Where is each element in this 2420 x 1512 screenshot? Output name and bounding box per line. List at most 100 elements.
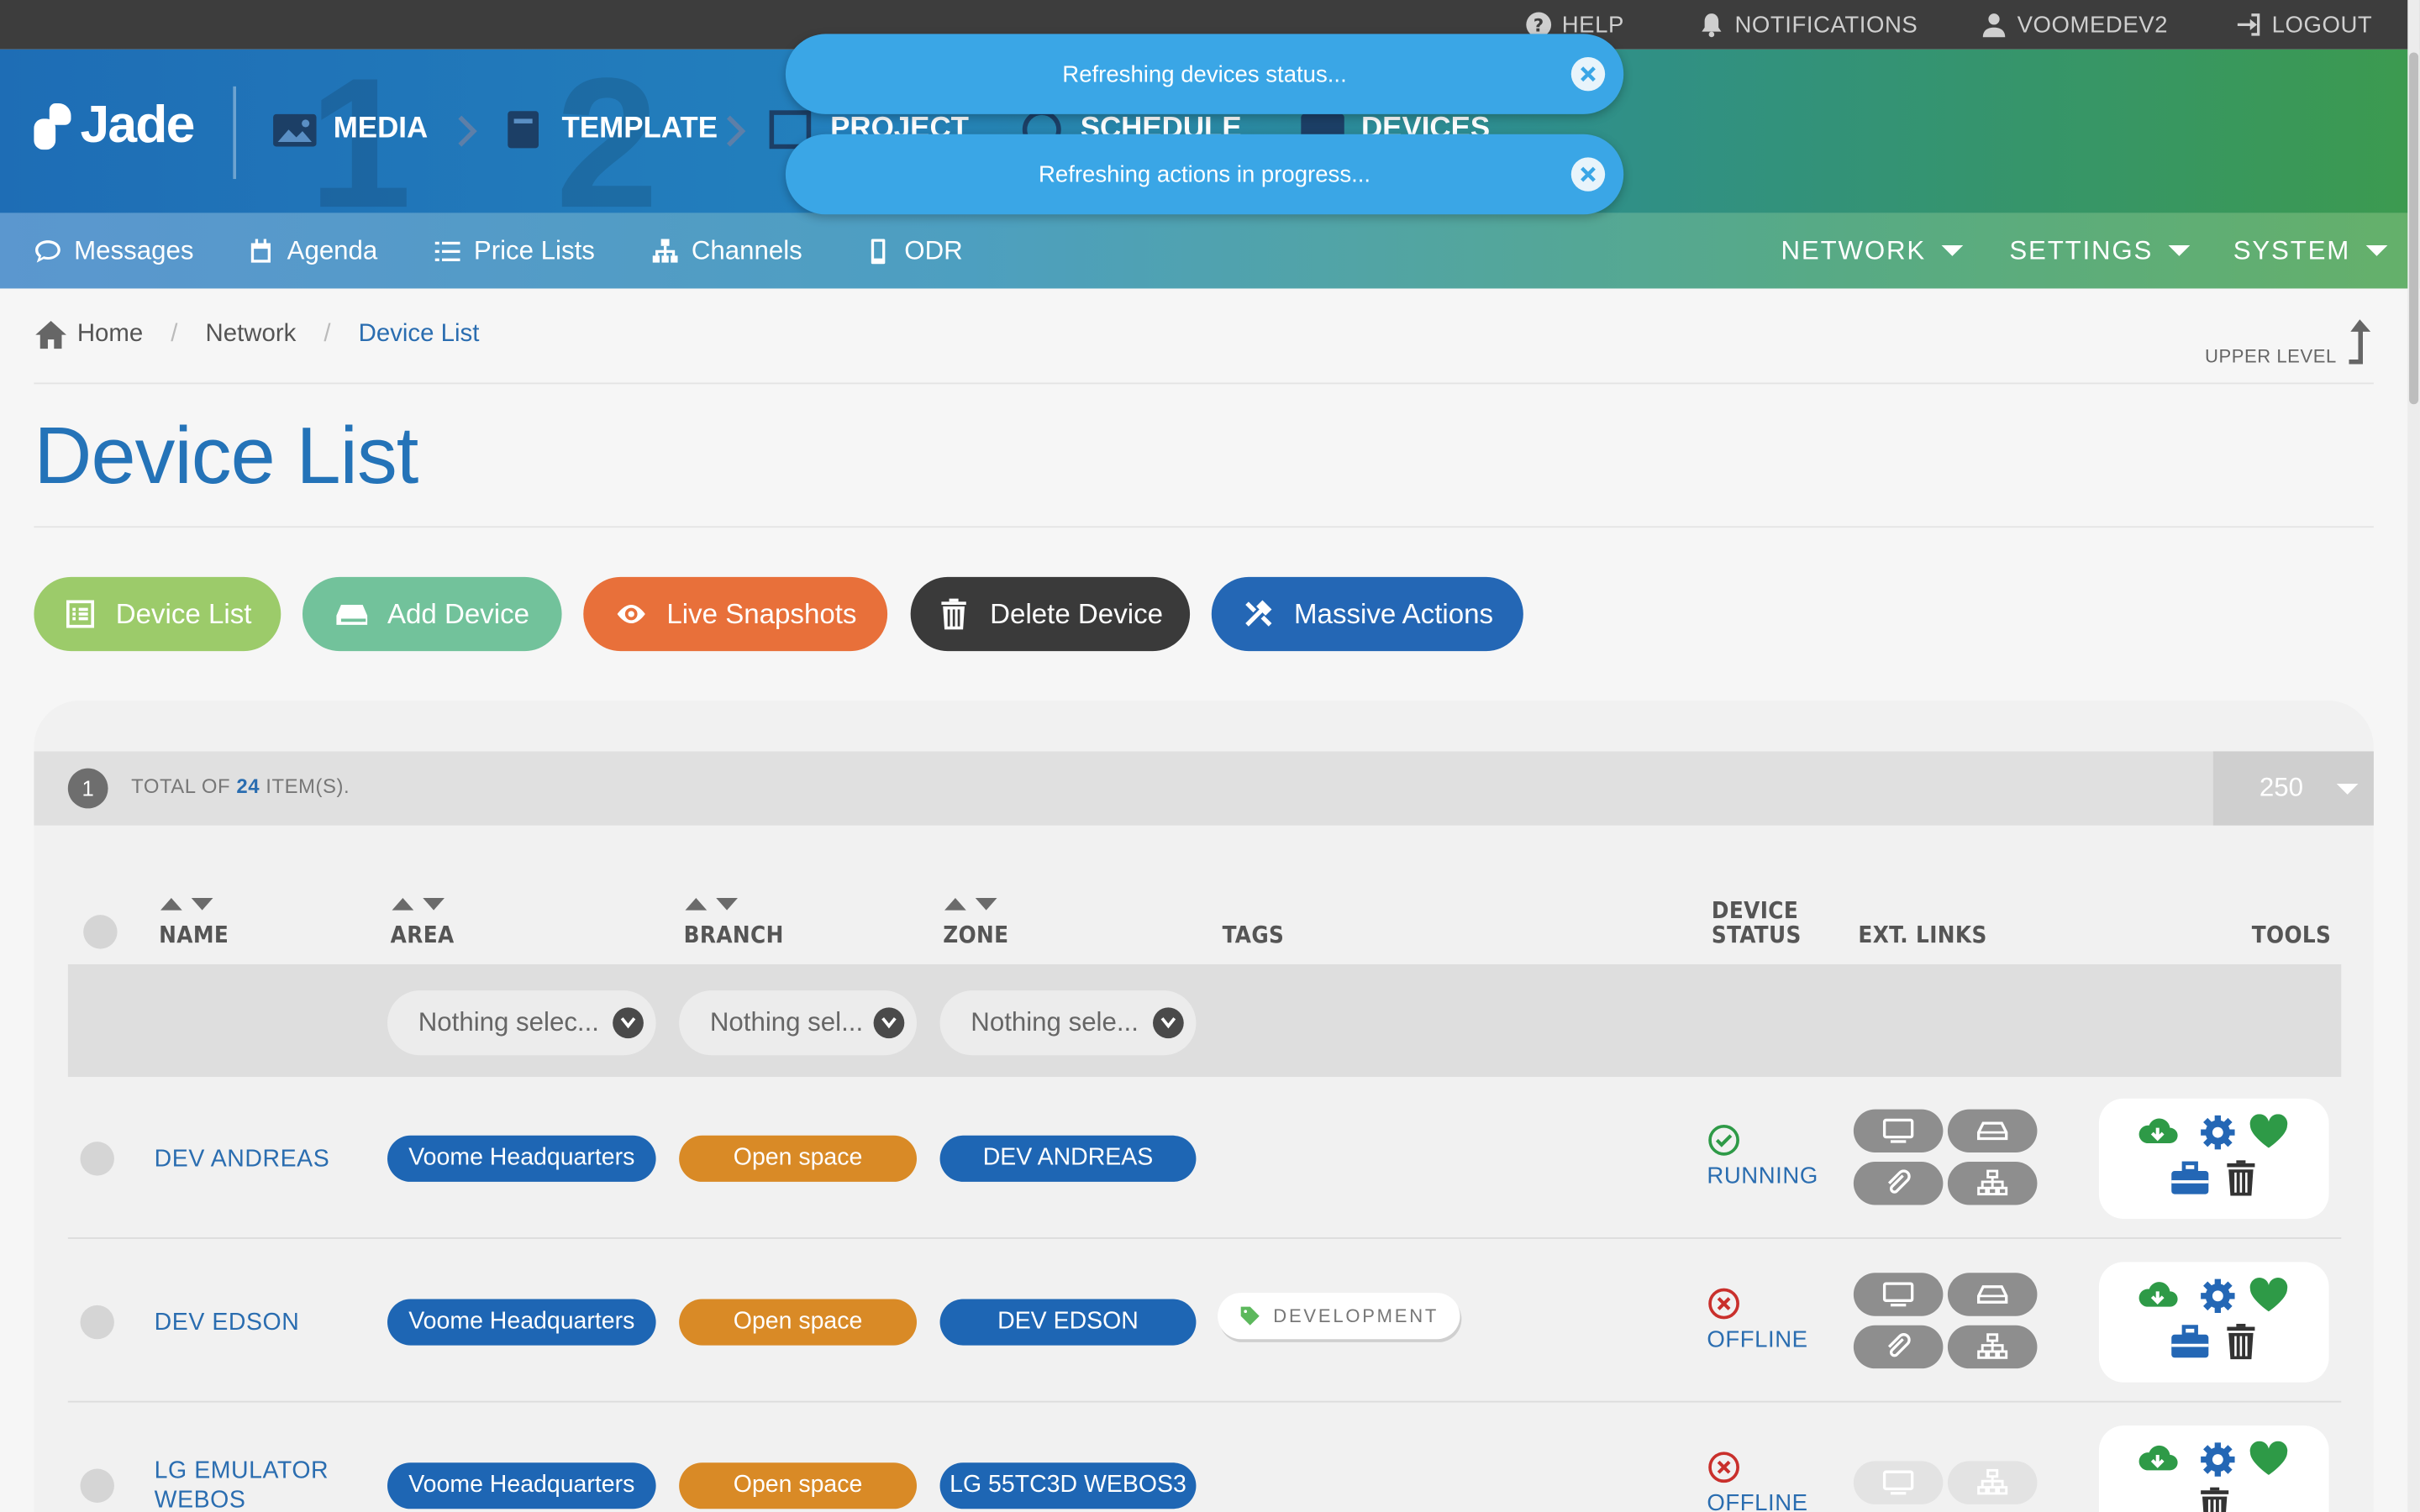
heart-icon[interactable]	[2247, 1114, 2290, 1158]
network-link[interactable]	[1947, 1325, 2038, 1369]
device-name-link[interactable]: LG EMULATOR WEBOS	[155, 1457, 329, 1512]
massive-actions-button-label: Massive Actions	[1294, 597, 1494, 629]
area-filter-select[interactable]: Nothing selec...	[387, 990, 656, 1056]
device-name-link[interactable]: DEV ANDREAS	[155, 1145, 330, 1174]
chevron-down-icon	[613, 1007, 644, 1039]
chat-icon	[35, 239, 60, 262]
remote-display-link[interactable]	[1853, 1109, 1944, 1153]
download-cloud-icon[interactable]	[2136, 1441, 2179, 1485]
delete-device-button[interactable]: Delete Device	[910, 576, 1191, 652]
zone-filter-select[interactable]: Nothing sele...	[939, 990, 1197, 1056]
live-snapshots-button[interactable]: Live Snapshots	[583, 576, 888, 652]
device-status: OFFLINE	[1707, 1287, 1807, 1353]
menu-system[interactable]: SYSTEM	[2233, 213, 2388, 288]
nav-messages[interactable]: Messages	[34, 213, 193, 288]
sort-up-icon	[944, 897, 966, 911]
page-size-select[interactable]: 250	[2212, 751, 2374, 826]
user-menu[interactable]: VOOMEDEV2	[1980, 0, 2168, 50]
trash-icon[interactable]	[2219, 1323, 2262, 1368]
page-number-badge[interactable]: 1	[67, 768, 108, 809]
page-scrollbar[interactable]	[2407, 0, 2420, 1512]
device-name-link[interactable]: DEV EDSON	[155, 1309, 300, 1338]
trash-icon[interactable]	[2219, 1160, 2262, 1205]
zone-filter-value: Nothing sele...	[971, 1007, 1139, 1037]
sitemap-icon	[652, 238, 678, 262]
zone-pill: LG 55TC3D WEBOS3	[939, 1462, 1197, 1509]
upper-level-link[interactable]: UPPER LEVEL	[2205, 318, 2374, 367]
chevron-down-icon	[1153, 1007, 1184, 1039]
header-branch[interactable]: BRANCH	[684, 921, 784, 949]
toolbox-icon[interactable]	[2169, 1160, 2212, 1205]
device-list-button[interactable]: Device List	[34, 576, 281, 652]
row-select-radio[interactable]	[80, 1468, 114, 1503]
breadcrumb-network[interactable]: Network	[206, 321, 297, 349]
breadcrumb-separator: /	[324, 321, 331, 348]
close-icon[interactable]	[1570, 157, 1606, 192]
table-row[interactable]: LG EMULATOR WEBOS Voome Headquarters Ope…	[67, 1404, 2342, 1512]
nav-agenda[interactable]: Agenda	[247, 213, 377, 288]
chevron-right-icon	[457, 114, 479, 148]
menu-settings[interactable]: SETTINGS	[2009, 213, 2191, 288]
remote-display-link	[1853, 1461, 1944, 1504]
gear-icon[interactable]	[2196, 1114, 2239, 1158]
sort-zone[interactable]	[944, 897, 997, 911]
nav-odr[interactable]: ODR	[865, 213, 963, 288]
row-select-radio[interactable]	[80, 1142, 114, 1176]
header-zone[interactable]: ZONE	[943, 921, 1008, 949]
sort-down-icon	[191, 897, 213, 911]
breadcrumb-home[interactable]: Home	[34, 319, 143, 350]
hdd-icon	[1976, 1285, 2008, 1304]
storage-link[interactable]	[1947, 1273, 2038, 1316]
menu-network[interactable]: NETWORK	[1781, 213, 1964, 288]
breadcrumb-device-list: Device List	[358, 321, 480, 348]
notifications-link[interactable]: NOTIFICATIONS	[1697, 0, 1918, 50]
heart-icon[interactable]	[2247, 1278, 2290, 1322]
header-area[interactable]: AREA	[391, 921, 455, 949]
close-icon[interactable]	[1570, 56, 1606, 92]
network-link[interactable]	[1947, 1162, 2038, 1205]
heart-icon[interactable]	[2247, 1441, 2290, 1485]
gear-icon[interactable]	[2196, 1278, 2239, 1322]
step-media[interactable]: MEDIA	[271, 108, 428, 151]
gear-icon[interactable]	[2196, 1441, 2239, 1485]
step-template[interactable]: TEMPLATE	[500, 108, 718, 151]
row-select-radio[interactable]	[80, 1305, 114, 1340]
jade-logo[interactable]: Jade	[34, 96, 195, 156]
toast-text: Refreshing actions in progress...	[1038, 160, 1371, 188]
device-status-label: OFFLINE	[1707, 1490, 1808, 1512]
menu-settings-label: SETTINGS	[2009, 235, 2154, 265]
device-status: OFFLINE	[1707, 1450, 1808, 1512]
toolbox-icon[interactable]	[2169, 1324, 2212, 1368]
table-row[interactable]: DEV EDSON Voome Headquarters Open space …	[67, 1240, 2342, 1403]
select-all-radio[interactable]	[83, 915, 118, 949]
remote-display-link[interactable]	[1853, 1273, 1944, 1316]
filter-row: Nothing selec... Nothing sel... Nothing …	[67, 963, 2342, 1078]
menu-system-label: SYSTEM	[2233, 235, 2351, 265]
pagination-bar: 1 TOTAL OF 24 ITEM(S). 250	[34, 751, 2374, 826]
nav-channels[interactable]: Channels	[651, 213, 802, 288]
download-cloud-icon[interactable]	[2136, 1278, 2179, 1322]
eye-icon	[617, 604, 645, 624]
add-device-button[interactable]: Add Device	[302, 576, 562, 652]
storage-link[interactable]	[1947, 1109, 2038, 1153]
sort-branch[interactable]	[685, 897, 738, 911]
check-circle-icon	[1708, 1124, 1739, 1156]
sitemap-icon	[1977, 1468, 2008, 1495]
attachment-link[interactable]	[1853, 1325, 1944, 1369]
header-name[interactable]: NAME	[159, 921, 229, 949]
attachment-link[interactable]	[1853, 1162, 1944, 1205]
hdd-icon	[336, 604, 368, 625]
logout-link[interactable]: LOGOUT	[2235, 0, 2373, 50]
table-row[interactable]: DEV ANDREAS Voome Headquarters Open spac…	[67, 1077, 2342, 1239]
sort-name[interactable]	[160, 897, 213, 911]
hdd-icon	[1976, 1121, 2008, 1141]
trash-icon[interactable]	[2193, 1487, 2236, 1512]
device-status-label: RUNNING	[1707, 1163, 1818, 1190]
download-cloud-icon[interactable]	[2136, 1114, 2179, 1158]
nav-price-lists[interactable]: Price Lists	[434, 213, 595, 288]
sort-area[interactable]	[392, 897, 445, 911]
tag-badge[interactable]: DEVELOPMENT	[1218, 1293, 1460, 1340]
massive-actions-button[interactable]: Massive Actions	[1211, 576, 1523, 652]
scrollbar-thumb[interactable]	[2409, 52, 2419, 405]
branch-filter-select[interactable]: Nothing sel...	[679, 990, 917, 1056]
